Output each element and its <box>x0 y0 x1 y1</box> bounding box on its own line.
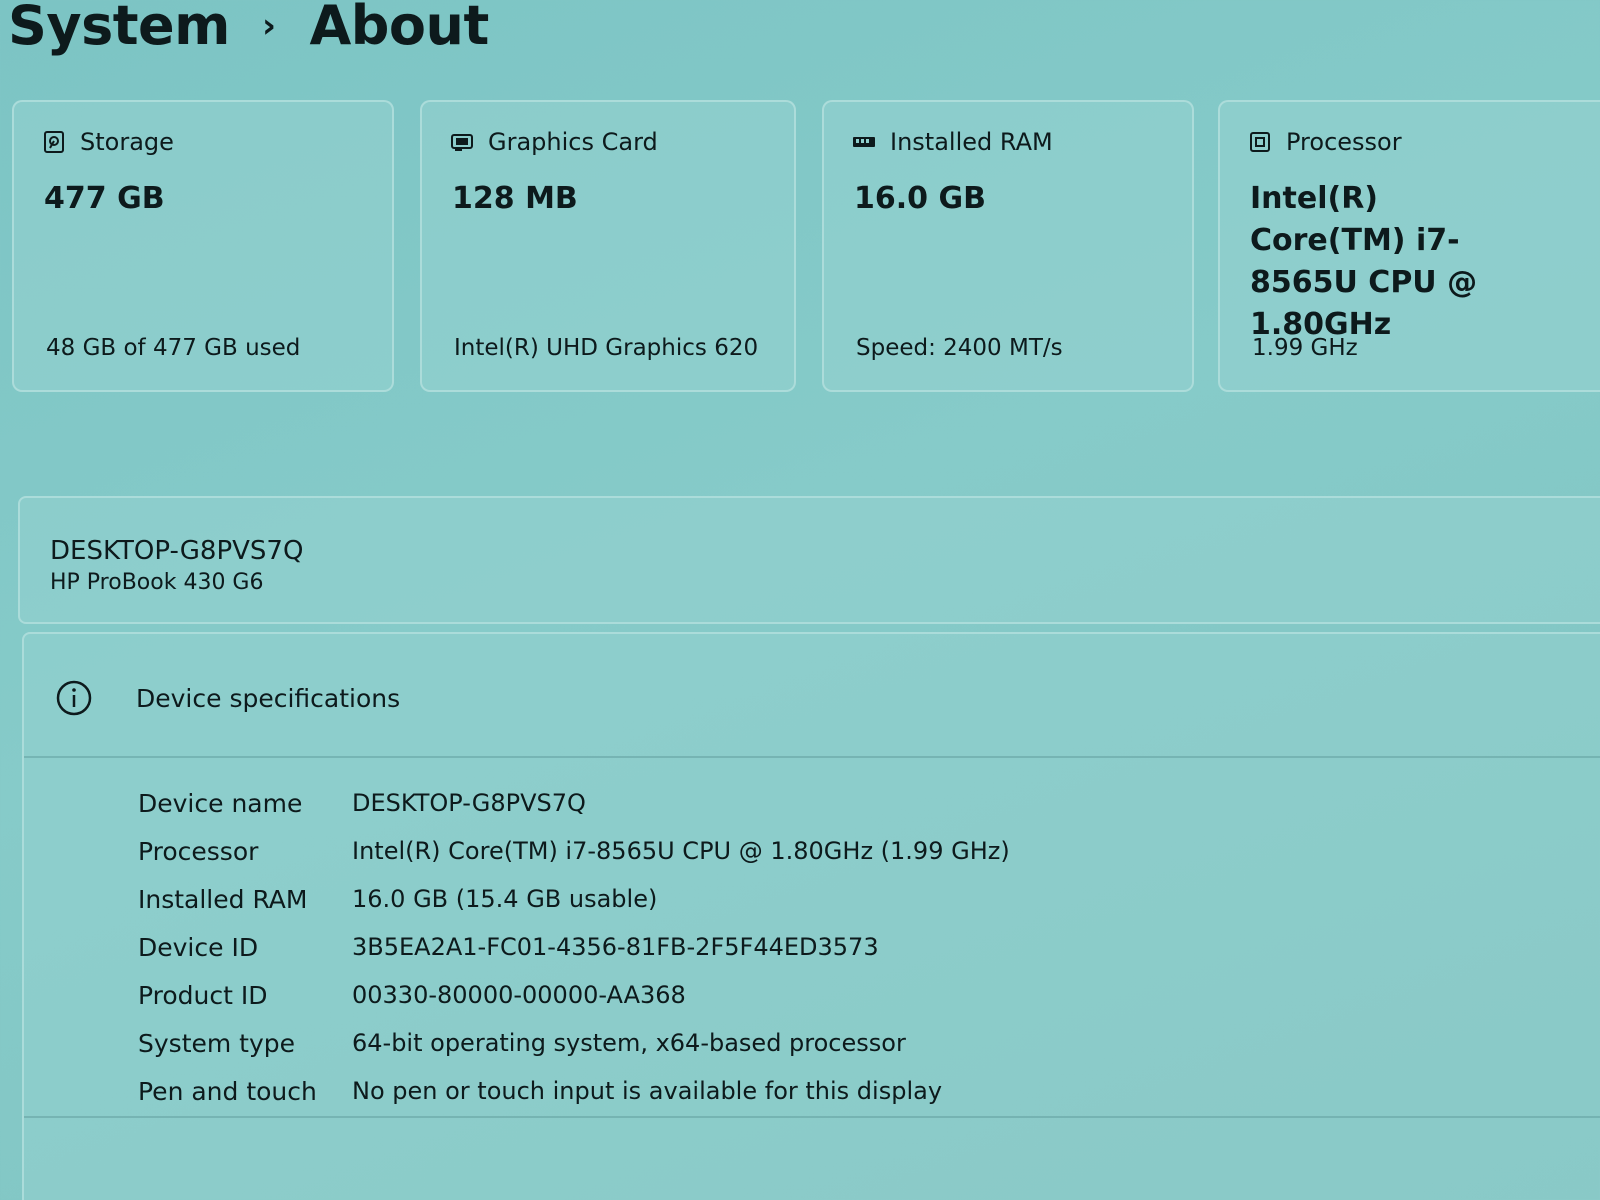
spec-value: No pen or touch input is available for t… <box>352 1077 943 1105</box>
info-icon <box>56 680 92 716</box>
spec-label: Installed RAM <box>138 884 308 914</box>
spec-value: Intel(R) Core(TM) i7-8565U CPU @ 1.80GHz… <box>352 837 1010 865</box>
section-divider <box>24 1116 1600 1118</box>
graphics-card-detail: Intel(R) UHD Graphics 620 <box>454 335 759 361</box>
device-name: DESKTOP-G8PVS7Q <box>50 536 304 566</box>
spec-row-device-name: Device name DESKTOP-G8PVS7Q <box>138 779 1010 827</box>
device-model: HP ProBook 430 G6 <box>50 570 264 595</box>
spec-row-processor: Processor Intel(R) Core(TM) i7-8565U CPU… <box>138 827 1010 875</box>
graphics-card-value: 128 MB <box>452 181 578 216</box>
processor-label: Processor <box>1286 128 1402 156</box>
installed-ram-label: Installed RAM <box>890 128 1053 156</box>
storage-detail: 48 GB of 477 GB used <box>46 335 301 361</box>
spec-label: Device ID <box>138 932 259 962</box>
device-name-card[interactable]: DESKTOP-G8PVS7Q HP ProBook 430 G6 <box>18 496 1600 624</box>
spec-row-installed-ram: Installed RAM 16.0 GB (15.4 GB usable) <box>138 875 1010 923</box>
device-specifications-section: Device specifications Device name DESKTO… <box>22 632 1600 1200</box>
spec-value: DESKTOP-G8PVS7Q <box>352 789 586 817</box>
graphics-card-icon <box>451 134 473 151</box>
device-specifications-title: Device specifications <box>136 684 401 713</box>
spec-row-product-id: Product ID 00330-80000-00000-AA368 <box>138 971 1010 1019</box>
spec-value: 16.0 GB (15.4 GB usable) <box>352 885 658 913</box>
storage-label: Storage <box>80 128 174 156</box>
ram-icon <box>853 137 875 147</box>
processor-icon <box>1250 132 1270 152</box>
storage-value: 477 GB <box>44 181 165 216</box>
spec-value: 00330-80000-00000-AA368 <box>352 981 686 1009</box>
breadcrumb: System › About <box>8 0 489 57</box>
graphics-card-card[interactable]: Graphics Card 128 MB Intel(R) UHD Graphi… <box>420 100 796 392</box>
installed-ram-value: 16.0 GB <box>854 181 986 216</box>
installed-ram-card[interactable]: Installed RAM 16.0 GB Speed: 2400 MT/s <box>822 100 1194 392</box>
spec-label: Device name <box>138 788 303 818</box>
processor-value: Intel(R) Core(TM) i7-8565U CPU @ 1.80GHz <box>1250 181 1478 342</box>
spec-value: 3B5EA2A1-FC01-4356-81FB-2F5F44ED3573 <box>352 933 879 961</box>
breadcrumb-parent[interactable]: System <box>8 0 230 57</box>
page-title: About <box>309 0 489 57</box>
spec-label: Product ID <box>138 980 268 1010</box>
spec-label: Processor <box>138 836 259 866</box>
spec-row-pen-and-touch: Pen and touch No pen or touch input is a… <box>138 1067 1010 1115</box>
spec-value: 64-bit operating system, x64-based proce… <box>352 1029 906 1057</box>
storage-card[interactable]: Storage 477 GB 48 GB of 477 GB used <box>12 100 394 392</box>
device-specifications-header[interactable]: Device specifications <box>24 634 1600 758</box>
storage-icon <box>44 131 64 153</box>
spec-label: Pen and touch <box>138 1076 317 1106</box>
spec-row-device-id: Device ID 3B5EA2A1-FC01-4356-81FB-2F5F44… <box>138 923 1010 971</box>
breadcrumb-separator: › <box>261 5 276 46</box>
spec-label: System type <box>138 1028 296 1058</box>
graphics-card-label: Graphics Card <box>488 128 658 156</box>
processor-card[interactable]: Processor Intel(R) Core(TM) i7-8565U CPU… <box>1218 100 1600 392</box>
spec-rows: Device name DESKTOP-G8PVS7Q Processor In… <box>138 779 1010 1115</box>
processor-detail: 1.99 GHz <box>1252 335 1358 361</box>
spec-row-system-type: System type 64-bit operating system, x64… <box>138 1019 1010 1067</box>
installed-ram-detail: Speed: 2400 MT/s <box>856 335 1063 361</box>
